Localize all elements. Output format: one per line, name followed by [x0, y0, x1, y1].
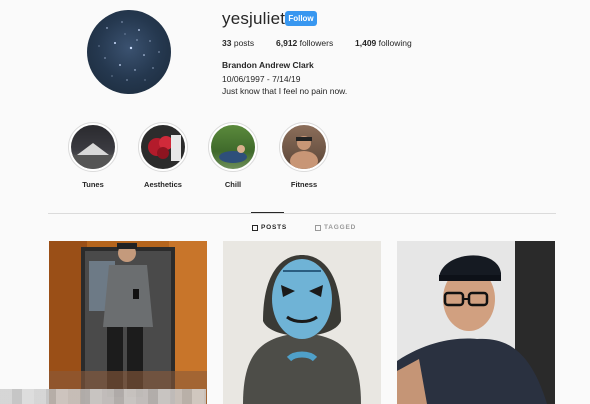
tab-tagged-label: TAGGED [324, 224, 357, 231]
highlight-cover-image [282, 125, 326, 169]
highlight-tunes[interactable]: Tunes [67, 122, 119, 189]
posts-count: 33 [222, 38, 232, 48]
posts-label: posts [233, 38, 255, 48]
blur-overlay [0, 389, 206, 404]
profile-bio-dates: 10/06/1997 - 7/14/19 [222, 74, 301, 84]
highlight-fitness[interactable]: Fitness [278, 122, 330, 189]
followers-count: 6,912 [276, 38, 298, 48]
highlight-label: Tunes [82, 180, 104, 189]
profile-bio-text: Just know that I feel no pain now. [222, 86, 348, 96]
highlight-chill[interactable]: Chill [207, 122, 259, 189]
profile-full-name: Brandon Andrew Clark [222, 60, 314, 70]
grid-icon [252, 224, 258, 231]
highlight-ring [208, 122, 258, 172]
following-stat[interactable]: 1,409 following [355, 38, 412, 48]
posts-stat[interactable]: 33 posts [222, 38, 254, 48]
highlight-cover-image [71, 125, 115, 169]
post-thumbnail[interactable] [397, 241, 555, 404]
highlight-cover-image [141, 125, 185, 169]
followers-stat[interactable]: 6,912 followers [276, 38, 333, 48]
tab-posts[interactable]: POSTS [252, 224, 287, 231]
profile-avatar [87, 10, 171, 94]
highlight-ring [68, 122, 118, 172]
following-count: 1,409 [355, 38, 377, 48]
follow-button[interactable]: Follow [285, 11, 317, 26]
tab-tagged[interactable]: TAGGED [315, 224, 356, 231]
profile-username: yesjuliet [222, 9, 286, 28]
highlight-ring [138, 122, 188, 172]
post-thumbnail[interactable] [49, 241, 207, 404]
highlight-aesthetics[interactable]: Aesthetics [137, 122, 189, 189]
highlight-label: Aesthetics [144, 180, 182, 189]
starry-night-avatar [98, 21, 160, 81]
tag-icon [315, 224, 321, 231]
highlight-ring [279, 122, 329, 172]
tabs-divider [48, 213, 556, 214]
highlight-label: Chill [224, 180, 242, 189]
highlight-label: Fitness [290, 180, 318, 189]
followers-label: followers [299, 38, 334, 48]
post-thumbnail[interactable] [223, 241, 381, 404]
active-tab-indicator [251, 212, 284, 213]
following-label: following [378, 38, 412, 48]
mirror-selfie-image [49, 241, 207, 404]
mask-painting-image [223, 241, 381, 404]
highlight-cover-image [211, 125, 255, 169]
selfie-with-cap-image [397, 241, 555, 404]
tab-posts-label: POSTS [261, 224, 288, 231]
